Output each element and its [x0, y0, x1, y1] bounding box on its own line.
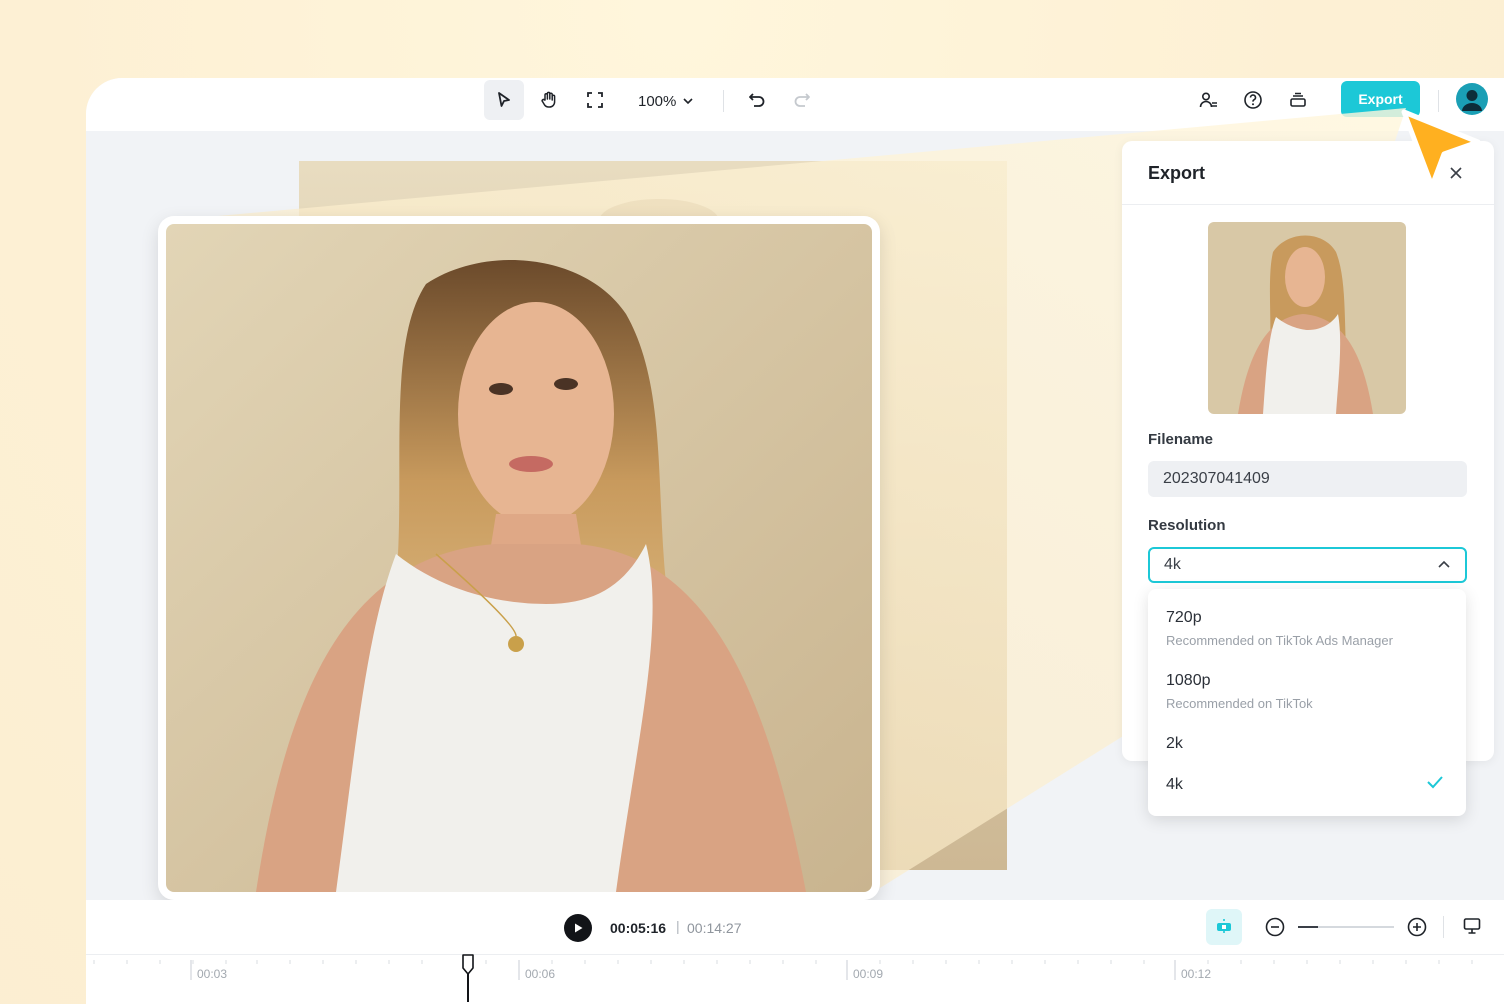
zoom-out-icon[interactable] [1264, 916, 1286, 938]
total-time: 00:14:27 [687, 920, 742, 936]
check-icon [1427, 776, 1443, 789]
snap-toggle-button[interactable] [1206, 909, 1242, 945]
playhead[interactable] [460, 954, 476, 1002]
time-separator: | [676, 918, 680, 934]
divider [86, 954, 1504, 955]
resolution-select[interactable]: 4k [1148, 547, 1467, 583]
ruler-label: 00:12 [1181, 967, 1212, 981]
resolution-option-2k[interactable]: 2k [1166, 735, 1456, 753]
panel-title: Export [1148, 163, 1206, 183]
export-thumbnail [1208, 222, 1406, 414]
current-time: 00:05:16 [610, 920, 667, 936]
pointer-cursor-icon [1401, 109, 1481, 189]
option-note: Recommended on TikTok Ads Manager [1166, 633, 1393, 648]
option-label: 720p [1166, 609, 1202, 626]
chevron-up-icon [1438, 560, 1450, 568]
preview-photo[interactable] [166, 224, 872, 892]
toolbar-divider [1443, 916, 1444, 938]
preview-frame [158, 216, 880, 900]
monitor-icon[interactable] [1462, 916, 1482, 936]
filename-input[interactable]: 202307041409 [1148, 461, 1467, 497]
option-note: Recommended on TikTok [1166, 696, 1313, 711]
timeline-panel: 00:05:16 | 00:14:27 00:03 00:06 00:09 00… [86, 900, 1504, 1004]
timeline-ruler[interactable]: 00:03 00:06 00:09 00:12 [86, 956, 1504, 1004]
zoom-in-icon[interactable] [1406, 916, 1428, 938]
option-label: 2k [1166, 735, 1183, 752]
option-label: 1080p [1166, 672, 1211, 689]
ruler-label: 00:09 [853, 967, 884, 981]
play-button[interactable] [564, 914, 592, 942]
timeline-zoom-slider[interactable] [1298, 926, 1394, 928]
resolution-option-1080p[interactable]: 1080p Recommended on TikTok [1166, 672, 1456, 711]
portrait-image [166, 224, 872, 892]
ruler-label: 00:03 [197, 967, 228, 981]
resolution-selected-value: 4k [1164, 556, 1181, 573]
editor-window: 100% Export Export Filename 202307041409… [86, 78, 1504, 1004]
ruler-ticks [93, 960, 1473, 980]
divider [1122, 204, 1494, 205]
thumbnail-image [1208, 222, 1406, 414]
snap-icon [1217, 919, 1231, 935]
filename-label: Filename [1148, 431, 1214, 448]
zoom-slider-fill [1298, 926, 1318, 928]
resolution-option-4k[interactable]: 4k [1166, 776, 1456, 794]
ruler-label: 00:06 [525, 967, 556, 981]
option-label: 4k [1166, 776, 1183, 793]
play-icon [575, 923, 583, 933]
resolution-dropdown: 720p Recommended on TikTok Ads Manager 1… [1148, 589, 1466, 816]
resolution-label: Resolution [1148, 517, 1226, 534]
resolution-option-720p[interactable]: 720p Recommended on TikTok Ads Manager [1166, 609, 1456, 648]
